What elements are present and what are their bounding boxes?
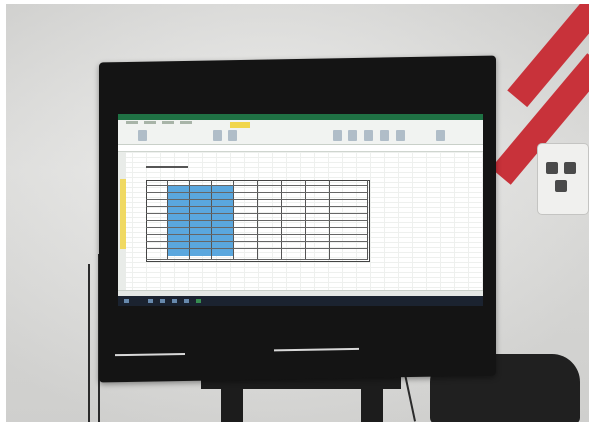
table-row <box>146 193 368 200</box>
taskbar-app-icon <box>184 299 189 303</box>
ribbon <box>118 120 483 145</box>
taskbar-app-icon <box>160 299 165 303</box>
table-row <box>146 207 368 214</box>
spreadsheet-icon <box>118 114 483 306</box>
taskbar-app-icon <box>172 299 177 303</box>
table-row <box>146 214 368 221</box>
excel-taskbar-icon <box>196 299 201 303</box>
ribbon-tab <box>126 121 138 124</box>
socket <box>564 162 576 174</box>
sheet-heading <box>146 166 188 168</box>
socket <box>555 180 567 192</box>
ribbon-button <box>364 130 373 141</box>
table-row <box>146 221 368 228</box>
highlight <box>230 122 250 128</box>
cable <box>88 264 90 422</box>
table-row <box>146 242 368 249</box>
indicator-strip <box>274 347 359 352</box>
tv-stand-leg <box>361 374 383 422</box>
ribbon-button <box>436 130 445 141</box>
ribbon-button <box>228 130 237 141</box>
formula-bar <box>118 145 483 152</box>
selected-rows <box>120 179 126 249</box>
table-row <box>146 186 368 193</box>
table-row <box>146 235 368 242</box>
start-icon <box>124 299 129 303</box>
table-row <box>146 228 368 235</box>
indicator-strip <box>115 352 185 357</box>
ribbon-button <box>333 130 342 141</box>
taskbar-app-icon <box>148 299 153 303</box>
ribbon-tab <box>144 121 156 124</box>
ribbon-button <box>138 130 147 141</box>
taskbar <box>118 296 483 306</box>
table-row <box>146 200 368 207</box>
ribbon-button <box>213 130 222 141</box>
ribbon-tab <box>162 121 174 124</box>
table-row <box>146 249 368 260</box>
tv-stand-leg <box>221 374 243 422</box>
ribbon-button <box>348 130 357 141</box>
ribbon-button <box>380 130 389 141</box>
photo <box>6 4 589 422</box>
socket <box>546 162 558 174</box>
outlet-icon <box>538 144 588 214</box>
ribbon-tab <box>180 121 192 124</box>
ribbon-button <box>396 130 405 141</box>
